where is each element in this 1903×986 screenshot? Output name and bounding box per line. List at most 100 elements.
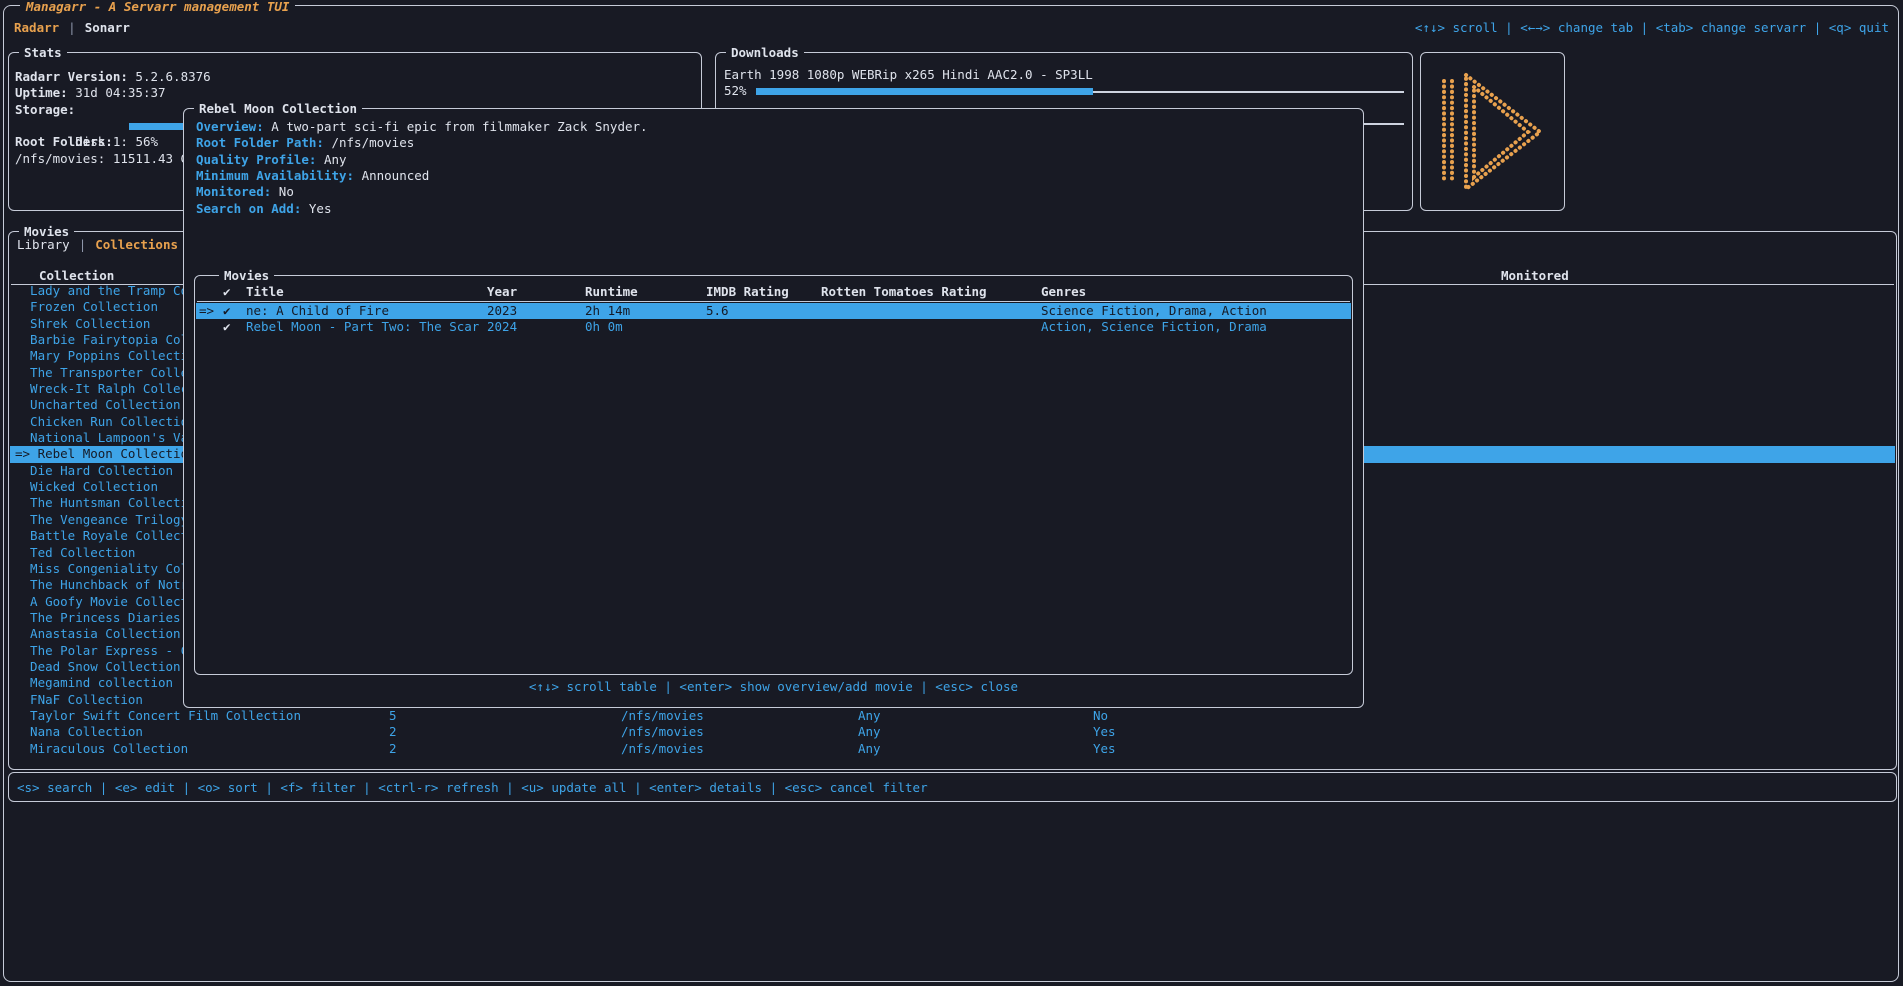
detail-label: Root Folder Path: (196, 135, 324, 150)
detail-value: Yes (309, 201, 332, 216)
download-item-gauge: 52% (724, 83, 1404, 99)
detail-label: Overview: (196, 119, 264, 134)
column-header-monitored-check: ✔ (223, 284, 231, 300)
collection-detail-line: Search on Add: Yes (196, 201, 648, 217)
collection-movie-count: 2 (389, 724, 397, 740)
uptime-value: 31d 04:35:37 (75, 85, 165, 100)
collection-quality-profile: Any (858, 724, 881, 740)
movie-runtime: 2h 14m (585, 303, 630, 319)
column-header-genres: Genres (1041, 284, 1086, 300)
collection-detail-line: Quality Profile: Any (196, 152, 648, 168)
collection-detail-line: Overview: A two-part sci-fi epic from fi… (196, 119, 648, 135)
collection-name: Frozen Collection (15, 299, 158, 315)
detail-value: A two-part sci-fi epic from filmmaker Za… (271, 119, 647, 134)
app-title: Managarr - A Servarr management TUI (20, 0, 295, 13)
movies-tabs: Library|Collections| (17, 236, 195, 253)
collection-name: Anastasia Collection (15, 626, 181, 642)
progress-track (1093, 91, 1404, 93)
movie-year: 2024 (487, 319, 517, 335)
movies-table-rows: =>✔ne: A Child of Fire20232h 14m5.6Scien… (196, 303, 1351, 336)
detail-label: Quality Profile: (196, 152, 316, 167)
download-item-name: Earth 1998 1080p WEBRip x265 Hindi AAC2.… (724, 67, 1404, 83)
collection-name: The Polar Express - C (15, 643, 188, 659)
collection-name: A Goofy Movie Collect (15, 594, 188, 610)
collection-name: FNaF Collection (15, 692, 143, 708)
collection-row[interactable]: Miraculous Collection2/nfs/moviesAnyYes (10, 741, 1895, 757)
collection-name: Dead Snow Collection (15, 659, 181, 675)
monitored-column-header: Monitored (1501, 268, 1569, 284)
footer-help: <s> search | <e> edit | <o> sort | <f> f… (17, 773, 928, 801)
column-header-runtime: Runtime (585, 284, 638, 300)
movie-title: Rebel Moon - Part Two: The Scar (246, 319, 479, 335)
collection-row[interactable]: Nana Collection2/nfs/moviesAnyYes (10, 724, 1895, 740)
modal-movies-table: Movies ✔ Title Year Runtime IMDB Rating … (194, 275, 1353, 675)
tab-library[interactable]: Library (17, 236, 70, 253)
collection-name: National Lampoon's Va (15, 430, 188, 446)
radarr-version-value: 5.2.6.8376 (135, 69, 210, 84)
monitored-check-icon: ✔ (223, 303, 231, 319)
collection-name: The Transporter Colle (15, 365, 188, 381)
collection-detail-line: Root Folder Path: /nfs/movies (196, 135, 648, 151)
table-header-separator (197, 301, 1350, 302)
movie-imdb-rating: 5.6 (706, 303, 729, 319)
collection-name: Shrek Collection (15, 316, 150, 332)
collection-name: Miraculous Collection (15, 741, 188, 757)
download-progress-bar (756, 83, 1404, 99)
column-header-title: Title (246, 284, 284, 300)
column-header-rotten-tomatoes: Rotten Tomatoes Rating (821, 284, 987, 300)
downloads-panel-title: Downloads (726, 44, 804, 61)
movie-row[interactable]: ✔Rebel Moon - Part Two: The Scar20240h 0… (196, 319, 1351, 335)
collection-name: Uncharted Collection (15, 397, 181, 413)
movie-row[interactable]: =>✔ne: A Child of Fire20232h 14m5.6Scien… (196, 303, 1351, 319)
column-header-imdb: IMDB Rating (706, 284, 789, 300)
collection-movie-count: 2 (389, 741, 397, 757)
collection-row[interactable]: Taylor Swift Concert Film Collection5/nf… (10, 708, 1895, 724)
collection-name: Miss Congeniality Col (15, 561, 188, 577)
collection-quality-profile: Any (858, 708, 881, 724)
download-percent: 52% (724, 83, 747, 99)
collection-name: Megamind collection (15, 675, 173, 691)
root-folder-value: /nfs/movies: 11511.43 GB (15, 151, 196, 166)
movie-genres: Action, Science Fiction, Drama (1041, 319, 1267, 335)
column-header-year: Year (487, 284, 517, 300)
collection-name: Wreck-It Ralph Collec (15, 381, 188, 397)
collection-column-header: Collection (39, 268, 114, 284)
movie-title: ne: A Child of Fire (246, 303, 389, 319)
modal-title: Rebel Moon Collection (194, 100, 362, 117)
collection-name: Nana Collection (15, 724, 143, 740)
managarr-screen: Managarr - A Servarr management TUI Rada… (0, 0, 1903, 986)
collection-name: Battle Royale Collect (15, 528, 188, 544)
stats-panel-title: Stats (19, 44, 67, 61)
collection-search-on-add: Yes (1093, 724, 1116, 740)
storage-label: Storage: (15, 102, 75, 117)
collection-name: The Hunchback of Notr (15, 577, 188, 593)
collection-root-folder: /nfs/movies (621, 741, 704, 757)
movies-table-header: ✔ Title Year Runtime IMDB Rating Rotten … (196, 284, 1351, 300)
detail-value: Any (324, 152, 347, 167)
detail-value: /nfs/movies (331, 135, 414, 150)
tab-radarr[interactable]: Radarr (14, 19, 59, 36)
uptime-label: Uptime: (15, 85, 68, 100)
radarr-version-label: Radarr Version: (15, 69, 128, 84)
tab-separator: | (68, 19, 76, 36)
tab-sonarr[interactable]: Sonarr (85, 19, 130, 36)
detail-label: Minimum Availability: (196, 168, 354, 183)
monitored-check-icon: ✔ (223, 319, 231, 335)
collection-name: Lady and the Tramp Co (15, 283, 188, 299)
collection-name: Chicken Run Collectio (15, 414, 188, 430)
detail-value: Announced (362, 168, 430, 183)
modal-help: <↑↓> scroll table | <enter> show overvie… (184, 679, 1363, 695)
modal-movies-title: Movies (219, 267, 274, 284)
detail-label: Search on Add: (196, 201, 301, 216)
root-folders-label: Root Folders: (15, 134, 113, 149)
radarr-version-line: Radarr Version: 5.2.6.8376 (15, 69, 695, 85)
tab-collections[interactable]: Collections (95, 236, 178, 253)
collection-detail-line: Minimum Availability: Announced (196, 168, 648, 184)
logo-panel (1420, 52, 1565, 211)
movie-genres: Science Fiction, Drama, Action (1041, 303, 1267, 319)
collection-name: => Rebel Moon Collection (15, 446, 196, 462)
collection-name: Ted Collection (15, 545, 135, 561)
collection-details: Overview: A two-part sci-fi epic from fi… (196, 119, 648, 217)
top-help: <↑↓> scroll | <←→> change tab | <tab> ch… (1415, 19, 1889, 36)
collection-detail-line: Monitored: No (196, 184, 648, 200)
